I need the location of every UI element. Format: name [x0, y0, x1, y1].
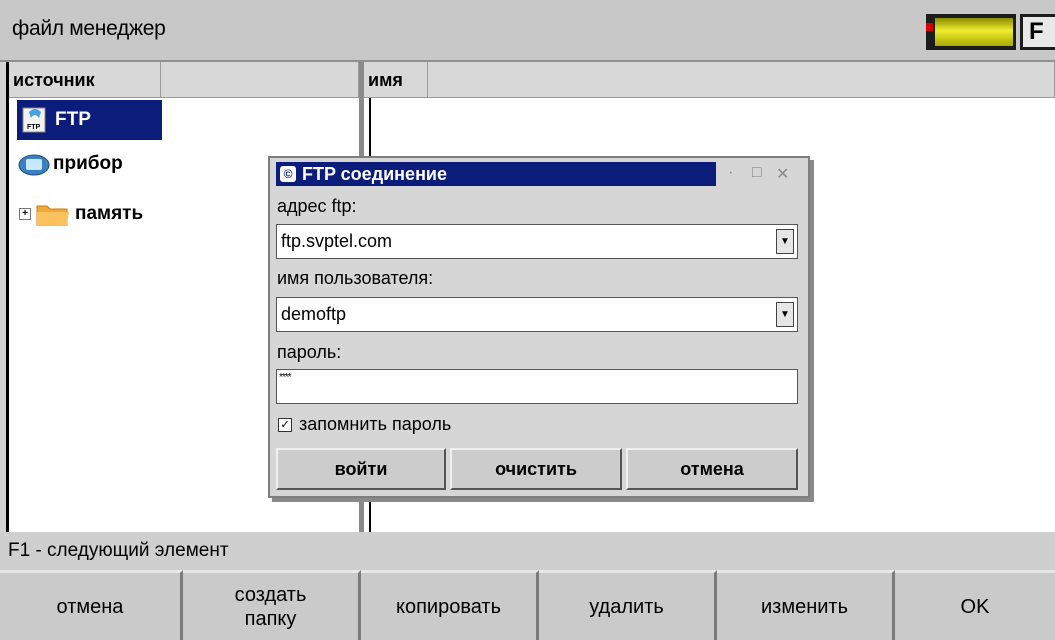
login-button[interactable]: войти [276, 448, 446, 490]
footer-ok-button[interactable]: OK [895, 570, 1055, 640]
ftp-address-label: адрес ftp: [277, 196, 357, 216]
device-icon [17, 150, 51, 178]
tree-item-label: FTP [55, 109, 91, 130]
footer-edit-button[interactable]: изменить [717, 570, 895, 640]
username-value: demoftp [281, 304, 347, 324]
column-header-source[interactable]: источник [9, 62, 161, 98]
folder-icon [35, 201, 71, 227]
title-bar: файл менеджер F [0, 0, 1055, 62]
close-icon[interactable]: ✕ [776, 164, 789, 184]
minimize-icon[interactable]: · [728, 164, 733, 182]
remember-password-label: запомнить пароль [299, 414, 452, 434]
password-field[interactable]: **** [276, 369, 798, 404]
tree-item-device[interactable]: прибор [17, 144, 123, 184]
dialog-app-icon: © [280, 166, 296, 182]
footer-create-folder-button[interactable]: создать папку [183, 570, 361, 640]
column-header-name[interactable]: имя [364, 62, 428, 98]
ftp-address-value: ftp.svptel.com [281, 231, 393, 251]
ftp-icon: FTP [21, 106, 49, 134]
tree-item-label: прибор [53, 153, 123, 174]
clear-button[interactable]: очистить [450, 448, 622, 490]
status-bar: F1 - следующий элемент [0, 532, 1055, 570]
remember-password-checkbox[interactable]: ✓ запомнить пароль [278, 414, 451, 435]
tree-item-ftp[interactable]: FTP FTP [17, 100, 162, 140]
ftp-address-combobox[interactable]: ftp.svptel.com ▼ [276, 224, 798, 259]
checkbox-checked-icon[interactable]: ✓ [278, 417, 292, 432]
dialog-title-bar[interactable]: © FTP соединение [276, 162, 716, 186]
function-key-badge[interactable]: F [1020, 14, 1055, 50]
dialog-title: FTP соединение [302, 164, 448, 184]
tree-item-label: память [75, 203, 144, 224]
battery-level-fill [935, 18, 1013, 46]
column-header-empty[interactable] [428, 62, 1055, 98]
footer-delete-button[interactable]: удалить [539, 570, 717, 640]
username-combobox[interactable]: demoftp ▼ [276, 297, 798, 332]
expand-icon[interactable]: + [19, 208, 31, 220]
window-title: файл менеджер [12, 17, 166, 40]
column-header-empty[interactable] [161, 62, 359, 98]
ftp-connection-dialog: © FTP соединение · □ ✕ адрес ftp: ftp.sv… [268, 156, 810, 498]
footer-cancel-button[interactable]: отмена [0, 570, 183, 640]
maximize-icon[interactable]: □ [752, 164, 762, 182]
password-label: пароль: [277, 342, 342, 362]
chevron-down-icon[interactable]: ▼ [776, 229, 794, 254]
username-label: имя пользователя: [277, 268, 434, 288]
battery-indicator [926, 14, 1016, 50]
dialog-cancel-button[interactable]: отмена [626, 448, 798, 490]
password-masked-value: **** [279, 372, 292, 383]
battery-warning-mark [926, 23, 933, 31]
footer-toolbar: отмена создать папку копировать удалить … [0, 570, 1055, 640]
chevron-down-icon[interactable]: ▼ [776, 302, 794, 327]
svg-text:FTP: FTP [27, 124, 41, 131]
footer-copy-button[interactable]: копировать [361, 570, 539, 640]
tree-item-memory[interactable]: + память [17, 194, 143, 234]
